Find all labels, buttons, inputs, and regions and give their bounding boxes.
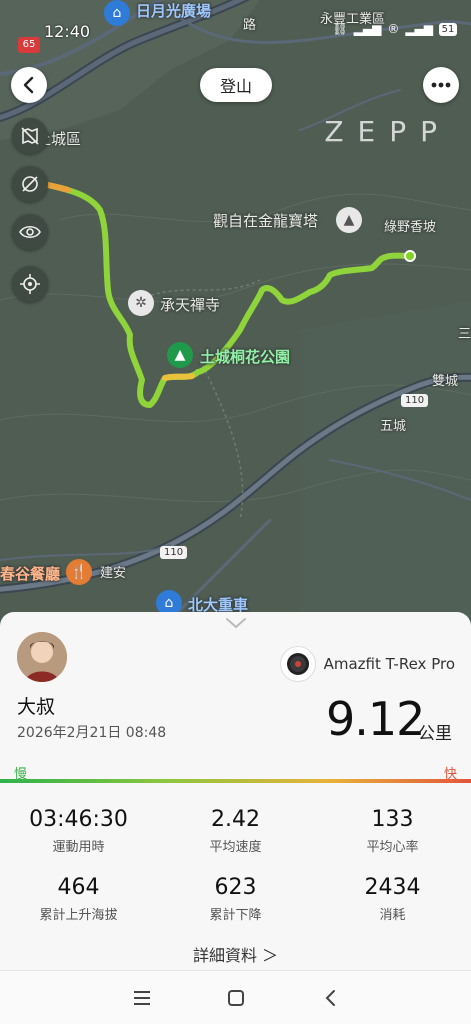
locate-icon bbox=[20, 274, 40, 294]
stat-label: 平均速度 bbox=[209, 840, 262, 855]
back-nav-button[interactable] bbox=[316, 985, 344, 1011]
map-off-icon bbox=[21, 127, 39, 145]
stat-avg-speed: 2.42 平均速度 bbox=[157, 807, 314, 855]
link-icon: ⛓ bbox=[332, 22, 348, 36]
route-off-icon bbox=[22, 176, 38, 192]
map-label-jianan: 建安 bbox=[100, 566, 127, 581]
chevron-left-icon bbox=[23, 76, 34, 94]
stat-value: 03:46:30 bbox=[29, 807, 128, 832]
stat-label: 累計下降 bbox=[209, 908, 262, 923]
stat-value: 2434 bbox=[364, 875, 421, 900]
map-label-lvye: 綠野香坡 bbox=[384, 220, 437, 235]
stat-calories: 2434 消耗 bbox=[314, 875, 471, 923]
stat-duration: 03:46:30 運動用時 bbox=[0, 807, 157, 855]
map-label-road-right: 三 bbox=[458, 327, 471, 342]
stat-descent: 623 累計下降 bbox=[157, 875, 314, 923]
details-link[interactable]: 詳細資料 ＞ bbox=[0, 942, 471, 966]
stat-label: 累計上升海拔 bbox=[39, 908, 118, 923]
route-badge: 65 bbox=[18, 37, 40, 53]
map-label-wucheng: 五城 bbox=[380, 419, 407, 434]
map-label-guanzizai: 觀自在金龍寶塔 bbox=[213, 212, 319, 230]
distance-value: 9.12 bbox=[326, 692, 425, 746]
more-button[interactable] bbox=[423, 67, 459, 103]
back-button[interactable] bbox=[11, 67, 47, 103]
signal-icon: ▂▄▆ bbox=[405, 22, 433, 36]
road-shield-110: 110 bbox=[160, 546, 188, 559]
distance-unit: 公里 bbox=[418, 724, 452, 744]
more-dots-icon bbox=[431, 82, 451, 88]
registered-icon: ® bbox=[387, 22, 400, 36]
eye-icon bbox=[19, 225, 41, 239]
stat-value: 133 bbox=[371, 807, 414, 832]
stat-value: 623 bbox=[214, 875, 257, 900]
map-label-shuangcheng: 雙城 bbox=[432, 374, 459, 389]
route-toggle-button[interactable] bbox=[12, 166, 48, 202]
stat-label: 消耗 bbox=[379, 908, 406, 923]
activity-type-title: 登山 bbox=[200, 68, 272, 102]
home-button[interactable] bbox=[222, 985, 250, 1011]
device-info: Amazfit T-Rex Pro bbox=[279, 646, 455, 682]
locate-button[interactable] bbox=[12, 266, 48, 302]
pagoda-poi-icon[interactable]: ▲ bbox=[336, 207, 362, 233]
stat-value: 464 bbox=[57, 875, 100, 900]
speed-gradient-bar bbox=[0, 779, 471, 783]
status-time: 12:40 bbox=[44, 22, 91, 41]
back-chevron-icon bbox=[325, 990, 335, 1006]
status-bar: 12:40 65 ⛓ ▂▄▆ ® ▂▄▆ 51 bbox=[0, 0, 471, 62]
restaurant-pin-icon[interactable]: 🍴 bbox=[66, 559, 92, 585]
battery-icon: 51 bbox=[439, 22, 457, 36]
device-name: Amazfit T-Rex Pro bbox=[323, 655, 455, 673]
stat-value: 2.42 bbox=[211, 807, 260, 832]
home-square-icon bbox=[228, 990, 244, 1006]
signal-icon: ▂▄▆ bbox=[353, 22, 382, 36]
map-label-tungflower-park: 土城桐花公園 bbox=[200, 348, 291, 366]
map-layer-toggle[interactable] bbox=[12, 118, 48, 154]
road-shield-110: 110 bbox=[401, 394, 429, 407]
map-label-chengtian: 承天禪寺 bbox=[160, 296, 221, 314]
stat-label: 平均心率 bbox=[366, 840, 419, 855]
stat-avg-heart-rate: 133 平均心率 bbox=[314, 807, 471, 855]
status-icons: ⛓ ▂▄▆ ® ▂▄▆ 51 bbox=[332, 22, 457, 36]
user-name: 大叔 bbox=[17, 696, 56, 718]
recent-apps-button[interactable] bbox=[128, 985, 156, 1011]
watch-icon bbox=[279, 646, 316, 682]
menu-icon bbox=[134, 991, 150, 1005]
avatar[interactable] bbox=[17, 632, 67, 682]
avatar-image bbox=[17, 632, 67, 682]
stat-label: 運動用時 bbox=[52, 840, 105, 855]
system-nav-bar bbox=[0, 970, 471, 1024]
chevron-down-icon[interactable] bbox=[224, 616, 248, 630]
activity-datetime: 2026年2月21日 08:48 bbox=[17, 725, 167, 741]
view-toggle-button[interactable] bbox=[12, 214, 48, 250]
zepp-logo: ZEPP bbox=[324, 115, 451, 148]
map-label-restaurant: 春谷餐廳 bbox=[0, 565, 61, 583]
stat-ascent: 464 累計上升海拔 bbox=[0, 875, 157, 923]
summary-panel: 大叔 2026年2月21日 08:48 Amazfit T-Rex Pro 9.… bbox=[0, 612, 471, 972]
temple-poi-icon[interactable]: ✲ bbox=[128, 290, 154, 316]
park-pin-icon[interactable]: ▲ bbox=[167, 342, 193, 368]
